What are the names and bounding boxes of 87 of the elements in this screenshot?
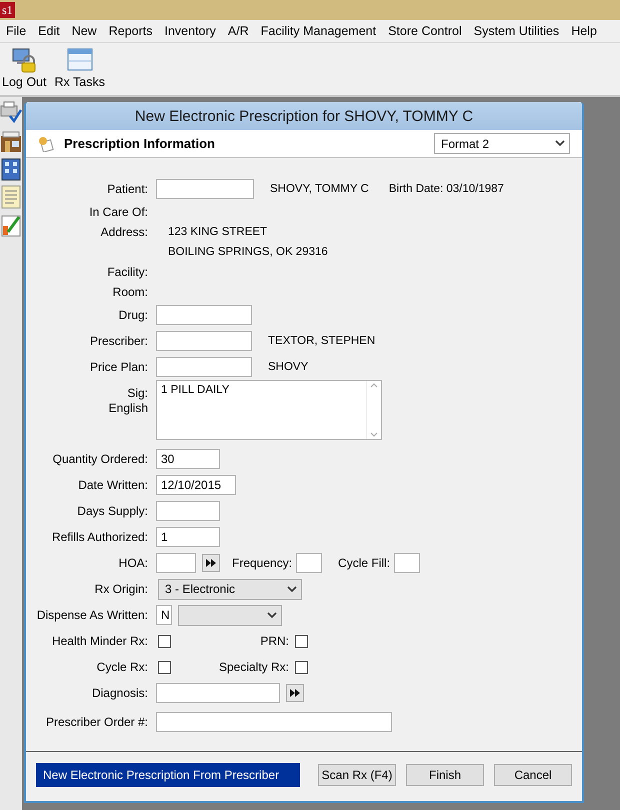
field-label: Frequency: xyxy=(232,556,294,570)
chevron-down-icon xyxy=(267,612,277,618)
field-label: Refills Authorized: xyxy=(50,530,149,544)
checkbox[interactable] xyxy=(295,660,308,674)
printer-check-icon[interactable] xyxy=(0,100,22,126)
field-label: Prescriber: xyxy=(88,334,149,348)
scroll-down-icon[interactable] xyxy=(370,432,378,437)
prescription-icon xyxy=(38,136,54,152)
input-field[interactable] xyxy=(156,305,252,325)
field-label: Specialty Rx: xyxy=(218,660,290,674)
dialog-title: New Electronic Prescription for SHOVY, TOMMY C xyxy=(26,102,582,130)
field-label: Prescriber Order #: xyxy=(44,715,149,729)
input-field[interactable]: 1 xyxy=(156,527,220,547)
input-field[interactable] xyxy=(156,712,392,732)
fast-forward-icon xyxy=(290,689,300,697)
format-select[interactable]: Format 2 xyxy=(434,133,570,154)
menu-item[interactable]: New xyxy=(66,24,103,38)
field-value: TEXTOR, STEPHEN xyxy=(268,335,376,347)
input-field[interactable]: 30 xyxy=(156,449,220,469)
field-label: Quantity Ordered: xyxy=(52,452,149,466)
field-value: SHOVY xyxy=(268,361,308,373)
sig-text-area[interactable]: 1 PILL DAILY xyxy=(156,380,382,440)
menu-item[interactable]: File xyxy=(0,24,32,38)
toolbar-button[interactable]: Rx Tasks xyxy=(52,47,107,89)
checkbox[interactable] xyxy=(158,634,171,648)
menu-item[interactable]: A/R xyxy=(222,24,255,38)
input-field[interactable] xyxy=(156,331,252,351)
field-label: HOA: xyxy=(118,556,149,570)
toolbar-button[interactable]: Log Out xyxy=(0,47,48,89)
field-label: Patient: xyxy=(106,182,149,196)
chevron-down-icon xyxy=(555,140,565,147)
dialog-button[interactable]: Cancel xyxy=(494,764,572,786)
lookup-button[interactable] xyxy=(202,554,220,572)
menu-item[interactable]: System Utilities xyxy=(468,24,566,38)
field-label: Facility: xyxy=(106,265,149,279)
building-icon[interactable] xyxy=(0,156,22,182)
field-label: In Care Of: xyxy=(88,205,149,219)
field-label: Days Supply: xyxy=(76,504,149,518)
field-label: Price Plan: xyxy=(88,360,149,374)
menu-item[interactable]: Inventory xyxy=(158,24,222,38)
input-field[interactable]: 12/10/2015 xyxy=(156,475,236,495)
field-label: Health Minder Rx: xyxy=(50,634,149,648)
field-label: Dispense As Written: xyxy=(36,608,149,622)
status-banner: New Electronic Prescription From Prescriber xyxy=(36,762,300,786)
field-label: Diagnosis: xyxy=(90,686,149,700)
input-field[interactable] xyxy=(156,357,252,377)
field-label: Room: xyxy=(112,285,149,299)
field-label: Cycle Rx: xyxy=(96,660,149,674)
fast-forward-icon xyxy=(206,559,216,567)
input-field[interactable] xyxy=(394,553,420,573)
menu-item[interactable]: Facility Management xyxy=(254,24,382,38)
field-label: Drug: xyxy=(118,308,149,322)
menu-item[interactable]: Help xyxy=(565,24,603,38)
field-label: PRN: xyxy=(259,634,290,648)
input-field[interactable] xyxy=(156,553,196,573)
field-value: Birth Date: 03/10/1987 xyxy=(388,183,504,195)
menu-item[interactable]: Reports xyxy=(102,24,158,38)
checkbox[interactable] xyxy=(295,634,308,648)
field-label: Cycle Fill: xyxy=(338,556,392,570)
dialog-button[interactable]: Scan Rx (F4) xyxy=(318,764,396,786)
app-logo: s1 xyxy=(0,2,15,18)
section-title: Prescription Information xyxy=(64,136,216,151)
menu-item[interactable]: Edit xyxy=(32,24,66,38)
checkbox[interactable] xyxy=(158,660,171,674)
field-label: Address: xyxy=(100,225,149,239)
field-sublabel: English xyxy=(108,401,149,416)
input-field[interactable]: N xyxy=(156,605,172,625)
dropdown[interactable] xyxy=(178,604,282,626)
computer-lock-icon xyxy=(11,47,38,73)
input-field[interactable] xyxy=(156,501,220,521)
dropdown[interactable]: 3 - Electronic xyxy=(158,578,302,600)
document-icon[interactable] xyxy=(0,184,22,210)
lookup-button[interactable] xyxy=(286,684,304,702)
field-value: SHOVY, TOMMY C xyxy=(270,183,369,195)
menu-item[interactable]: Store Control xyxy=(382,24,468,38)
field-label: Rx Origin: xyxy=(94,582,149,596)
window-icon xyxy=(66,47,93,73)
field-label: Date Written: xyxy=(77,478,149,492)
chevron-down-icon xyxy=(287,586,297,592)
field-value: 123 KING STREET xyxy=(168,226,268,238)
scroll-up-icon[interactable] xyxy=(370,383,378,388)
field-label: Sig: xyxy=(127,386,149,401)
input-field[interactable] xyxy=(296,553,322,573)
field-value: BOILING SPRINGS, OK 29316 xyxy=(168,246,328,258)
input-field[interactable] xyxy=(156,179,254,199)
dialog-button[interactable]: Finish xyxy=(406,764,484,786)
input-field[interactable] xyxy=(156,683,280,703)
